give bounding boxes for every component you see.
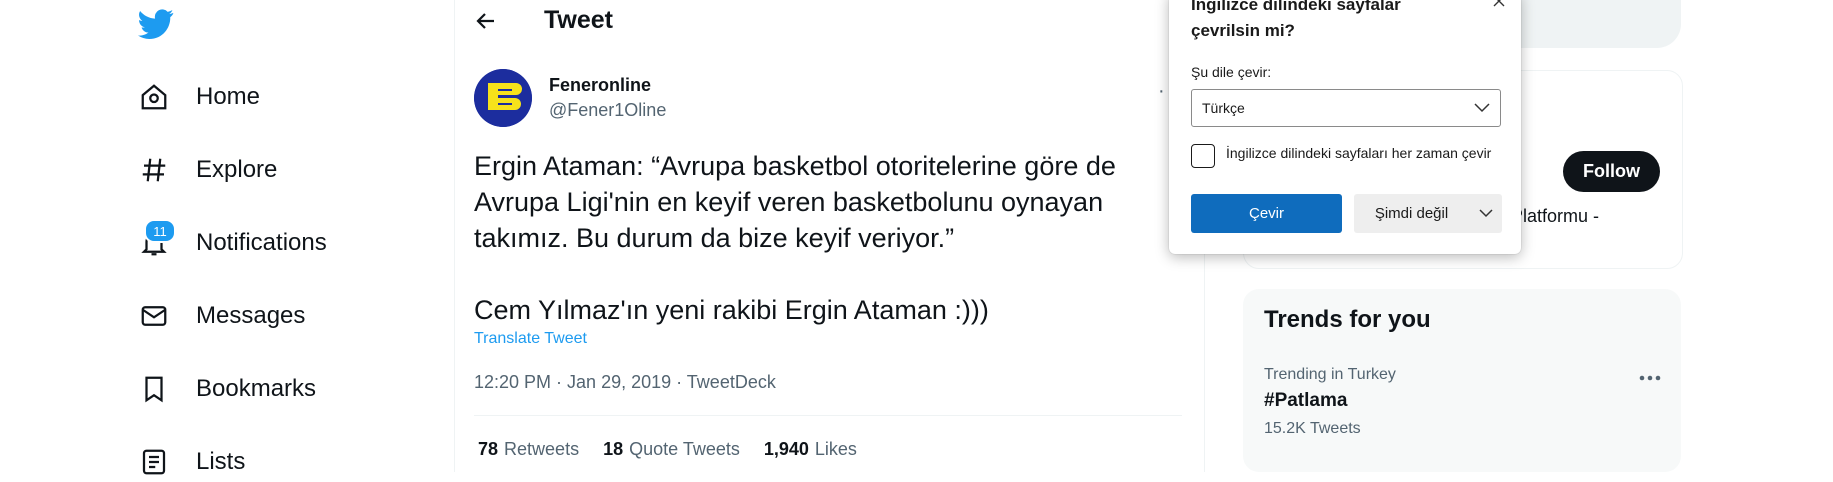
not-now-button[interactable]: Şimdi değil: [1354, 194, 1469, 233]
trend-context: Trending in Turkey: [1264, 366, 1396, 383]
likes-label: Likes: [814, 439, 857, 459]
chevron-down-icon: [1478, 209, 1493, 218]
twitter-logo-icon[interactable]: [138, 6, 174, 42]
notifications-count-badge: 11: [144, 219, 176, 243]
tweet-text: Ergin Ataman: “Avrupa basketbol otoritel…: [474, 151, 1116, 325]
always-translate-checkbox[interactable]: [1191, 144, 1215, 168]
translate-button[interactable]: Çevir: [1191, 194, 1342, 233]
retweets-stat[interactable]: 78 Retweets: [478, 439, 579, 460]
trend-name[interactable]: #Patlama: [1264, 390, 1347, 412]
translate-tweet-link[interactable]: Translate Tweet: [474, 330, 587, 348]
close-icon[interactable]: [1488, 0, 1510, 10]
likes-count: 1,940: [763, 439, 809, 459]
author-display-name[interactable]: Feneronline: [549, 75, 651, 96]
quote-tweets-label: Quote Tweets: [629, 439, 740, 459]
translate-target-label: Şu dile çevir:: [1191, 64, 1272, 80]
nav-home-label: Home: [196, 83, 261, 110]
quote-tweets-count: 18: [603, 439, 624, 459]
nav-bookmarks[interactable]: Bookmarks: [138, 369, 316, 409]
nav-lists[interactable]: Lists: [138, 442, 245, 482]
trends-title: Trends for you: [1264, 306, 1431, 333]
bookmark-icon: [138, 373, 170, 405]
nav-messages[interactable]: Messages: [138, 296, 305, 336]
language-select[interactable]: Türkçe: [1191, 89, 1501, 127]
quote-tweets-stat[interactable]: 18 Quote Tweets: [603, 439, 740, 460]
chevron-down-icon: [1474, 103, 1490, 113]
follow-button[interactable]: Follow: [1563, 151, 1660, 192]
language-select-value: Türkçe: [1202, 100, 1245, 116]
tweet-timestamp[interactable]: 12:20 PM · Jan 29, 2019 · TweetDeck: [474, 372, 776, 393]
more-options-icon[interactable]: ·: [1158, 80, 1165, 103]
trend-tweet-count: 15.2K Tweets: [1264, 420, 1361, 437]
back-arrow-icon[interactable]: [470, 5, 502, 37]
left-column-divider: [454, 0, 455, 472]
retweets-count: 78: [478, 439, 499, 459]
home-icon: [138, 81, 170, 113]
translate-popup-title: İngilizce dilindeki sayfalar çevrilsin m…: [1191, 0, 1401, 40]
nav-notifications-label: Notifications: [196, 229, 327, 256]
author-handle[interactable]: @Fener1Oline: [549, 100, 666, 121]
more-options-icon[interactable]: [1636, 364, 1664, 392]
always-translate-label[interactable]: İngilizce dilindeki sayfaları her zaman …: [1226, 143, 1496, 163]
page-title: Tweet: [544, 6, 613, 34]
retweets-label: Retweets: [504, 439, 580, 459]
likes-stat[interactable]: 1,940 Likes: [764, 439, 857, 460]
nav-bookmarks-label: Bookmarks: [196, 375, 317, 402]
envelope-icon: [138, 300, 170, 332]
list-icon: [138, 446, 170, 478]
not-now-options-button[interactable]: [1469, 194, 1502, 233]
nav-messages-label: Messages: [196, 302, 306, 329]
hashtag-icon: [138, 154, 170, 186]
nav-explore[interactable]: Explore: [138, 150, 277, 190]
divider: [474, 415, 1182, 416]
avatar[interactable]: [474, 69, 532, 127]
tweet-stats: 78 Retweets 18 Quote Tweets 1,940 Likes: [478, 439, 857, 460]
nav-explore-label: Explore: [196, 156, 278, 183]
nav-home[interactable]: Home: [138, 77, 260, 117]
